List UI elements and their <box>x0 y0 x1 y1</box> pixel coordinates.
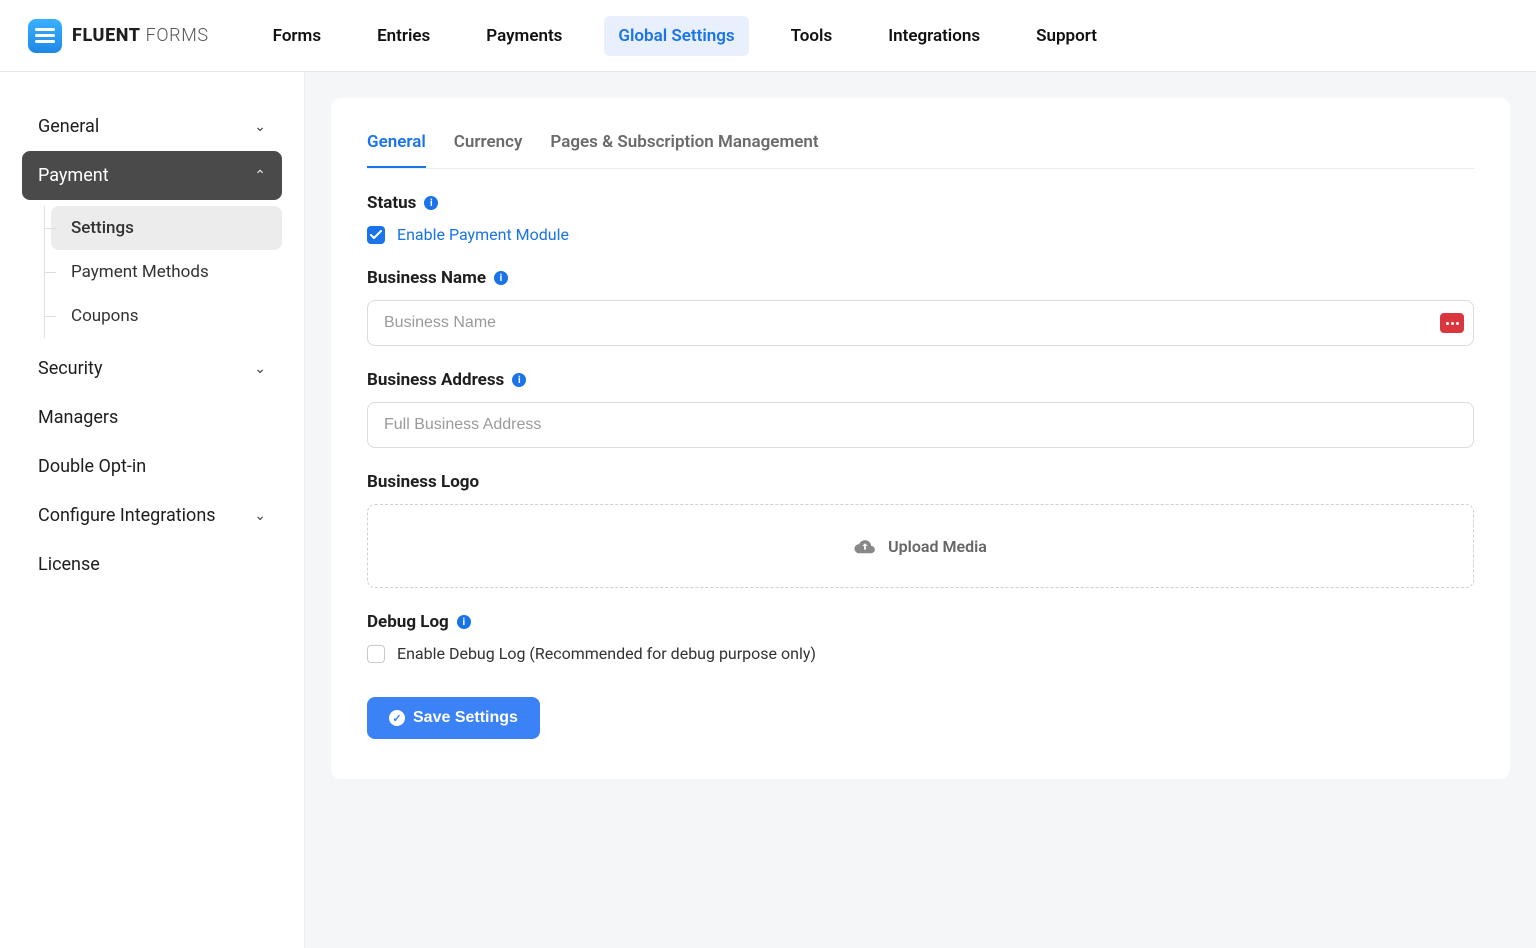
info-icon[interactable]: i <box>457 615 471 629</box>
sidebar-item-payment[interactable]: Payment ⌃ <box>22 151 282 200</box>
tab-currency[interactable]: Currency <box>454 124 523 168</box>
sidebar-item-label: Managers <box>38 407 118 428</box>
sidebar-sub-coupons[interactable]: Coupons <box>51 294 282 338</box>
nav-global-settings[interactable]: Global Settings <box>604 16 748 56</box>
sidebar-item-configure-integrations[interactable]: Configure Integrations ⌄ <box>22 491 282 540</box>
tab-general[interactable]: General <box>367 124 426 168</box>
label-business-address: Business Address i <box>367 370 1474 390</box>
sidebar-item-license[interactable]: License <box>22 540 282 589</box>
chevron-down-icon: ⌄ <box>254 508 266 524</box>
info-icon[interactable]: i <box>494 271 508 285</box>
sidebar-sub-settings[interactable]: Settings <box>51 206 282 250</box>
settings-card: General Currency Pages & Subscription Ma… <box>331 98 1510 779</box>
password-manager-icon[interactable] <box>1440 313 1464 333</box>
upload-media-label: Upload Media <box>888 537 987 556</box>
debug-log-label: Enable Debug Log (Recommended for debug … <box>397 644 816 663</box>
save-settings-button[interactable]: ✓ Save Settings <box>367 697 540 739</box>
nav-support[interactable]: Support <box>1022 16 1111 56</box>
sidebar-payment-sublist: Settings Payment Methods Coupons <box>44 206 282 338</box>
label-text: Business Logo <box>367 472 479 492</box>
field-business-name: Business Name i <box>367 268 1474 346</box>
sidebar-item-label: General <box>38 116 99 137</box>
save-button-label: Save Settings <box>413 709 518 727</box>
label-text: Status <box>367 193 416 213</box>
sidebar: General ⌄ Payment ⌃ Settings Payment Met… <box>0 72 305 948</box>
upload-media-zone[interactable]: Upload Media <box>367 504 1474 588</box>
nav-entries[interactable]: Entries <box>363 16 444 56</box>
label-status: Status i <box>367 193 1474 213</box>
cloud-upload-icon <box>854 537 876 555</box>
label-text: Debug Log <box>367 612 449 632</box>
top-nav: Forms Entries Payments Global Settings T… <box>259 16 1111 56</box>
chevron-up-icon: ⌃ <box>254 168 266 184</box>
nav-payments[interactable]: Payments <box>472 16 576 56</box>
chevron-down-icon: ⌄ <box>254 119 266 135</box>
sidebar-item-label: Payment <box>38 165 109 186</box>
label-text: Business Name <box>367 268 486 288</box>
sidebar-item-label: Security <box>38 358 102 379</box>
topbar: FLUENT FORMS Forms Entries Payments Glob… <box>0 0 1536 72</box>
sidebar-item-double-optin[interactable]: Double Opt-in <box>22 442 282 491</box>
brand[interactable]: FLUENT FORMS <box>28 19 209 53</box>
settings-tabs: General Currency Pages & Subscription Ma… <box>367 124 1474 169</box>
content: General Currency Pages & Subscription Ma… <box>305 72 1536 948</box>
nav-integrations[interactable]: Integrations <box>874 16 994 56</box>
label-business-logo: Business Logo <box>367 472 1474 492</box>
nav-forms[interactable]: Forms <box>259 16 335 56</box>
sidebar-item-label: Configure Integrations <box>38 505 216 526</box>
brand-text: FLUENT FORMS <box>72 25 209 46</box>
debug-log-checkbox[interactable] <box>367 645 385 663</box>
nav-tools[interactable]: Tools <box>777 16 847 56</box>
sidebar-item-label: Double Opt-in <box>38 456 146 477</box>
info-icon[interactable]: i <box>424 196 438 210</box>
sidebar-item-managers[interactable]: Managers <box>22 393 282 442</box>
chevron-down-icon: ⌄ <box>254 361 266 377</box>
sidebar-sub-payment-methods[interactable]: Payment Methods <box>51 250 282 294</box>
enable-payment-checkbox[interactable] <box>367 226 385 244</box>
enable-payment-row[interactable]: Enable Payment Module <box>367 225 1474 244</box>
field-status: Status i Enable Payment Module <box>367 193 1474 244</box>
label-business-name: Business Name i <box>367 268 1474 288</box>
check-circle-icon: ✓ <box>389 710 405 726</box>
debug-log-row[interactable]: Enable Debug Log (Recommended for debug … <box>367 644 1474 663</box>
field-debug-log: Debug Log i Enable Debug Log (Recommende… <box>367 612 1474 663</box>
field-business-logo: Business Logo Upload Media <box>367 472 1474 588</box>
sidebar-item-security[interactable]: Security ⌄ <box>22 344 282 393</box>
sidebar-item-label: License <box>38 554 100 575</box>
business-address-input[interactable] <box>367 402 1474 448</box>
label-text: Business Address <box>367 370 504 390</box>
field-business-address: Business Address i <box>367 370 1474 448</box>
sidebar-item-general[interactable]: General ⌄ <box>22 102 282 151</box>
tab-pages-subscription[interactable]: Pages & Subscription Management <box>550 124 818 168</box>
enable-payment-label: Enable Payment Module <box>397 225 569 244</box>
info-icon[interactable]: i <box>512 373 526 387</box>
label-debug-log: Debug Log i <box>367 612 1474 632</box>
brand-logo-icon <box>28 19 62 53</box>
business-name-input[interactable] <box>367 300 1474 346</box>
